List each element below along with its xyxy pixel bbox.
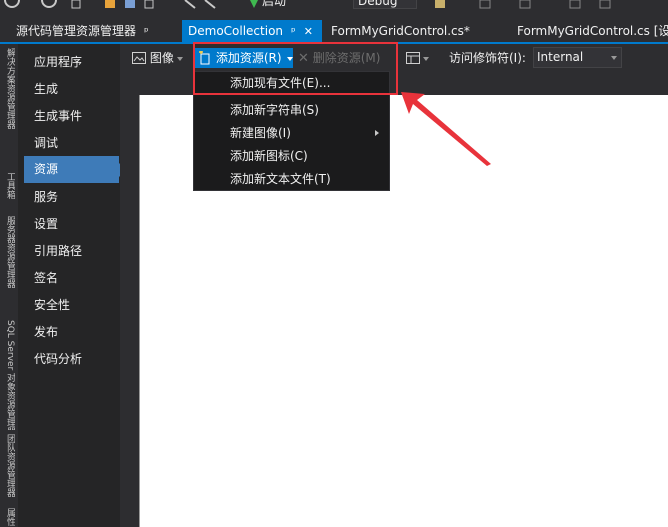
menu-item-label: 添加新图标(C) — [230, 149, 308, 163]
menu-item-label: 新建图像(I) — [230, 126, 291, 140]
toolbar-file-icons[interactable] — [70, 0, 170, 10]
chevron-down-icon — [611, 56, 617, 60]
highlight-box — [193, 42, 398, 95]
pin-icon[interactable]: ᵖ — [144, 21, 149, 43]
nav-item-signing[interactable]: 签名 — [34, 270, 58, 286]
menu-item-label: 添加新字符串(S) — [230, 103, 319, 117]
nav-item-debug[interactable]: 调试 — [34, 135, 58, 151]
chevron-down-icon — [176, 56, 183, 61]
server-explorer-tab[interactable]: 服务器资源管理器 — [3, 216, 15, 316]
close-icon[interactable]: ✕ — [304, 21, 313, 43]
view-mode-button[interactable] — [406, 48, 429, 68]
menu-item-new-image[interactable]: 新建图像(I) — [194, 122, 389, 144]
grid-view-icon — [406, 52, 420, 64]
tab-formmygridcontrol-designer[interactable]: FormMyGridControl.cs [设 — [517, 20, 668, 42]
tab-source-control-explorer[interactable]: 源代码管理资源管理器 ᵖ — [16, 20, 149, 42]
document-tab-strip: 源代码管理资源管理器 ᵖ DemoCollection ᵖ ✕ FormMyGridC… — [0, 20, 668, 42]
tab-democollection[interactable]: DemoCollection ᵖ ✕ — [182, 20, 322, 42]
menu-item-add-new-string[interactable]: 添加新字符串(S) — [194, 99, 389, 121]
undo-redo-icons[interactable] — [180, 0, 250, 10]
nav-item-application[interactable]: 应用程序 — [34, 54, 82, 70]
nav-item-security[interactable]: 安全性 — [34, 297, 70, 313]
annotation-arrow — [401, 92, 491, 166]
access-modifier-label: 访问修饰符(I): — [449, 51, 526, 65]
toolbox-tab[interactable]: 工具箱 — [3, 172, 15, 212]
properties-tab[interactable]: 属性 — [3, 508, 15, 527]
sql-server-explorer-tab[interactable]: SQL Server 对象资源管理器 — [3, 320, 15, 430]
image-icon — [132, 52, 146, 64]
resource-type-label: 图像 — [149, 51, 174, 65]
tab-label: FormMyGridControl.cs [设 — [517, 24, 668, 38]
menu-item-label: 添加新文本文件(T) — [230, 172, 331, 186]
nav-item-publish[interactable]: 发布 — [34, 324, 58, 340]
tab-label: 源代码管理资源管理器 — [16, 24, 137, 38]
menu-item-add-new-icon[interactable]: 添加新图标(C) — [194, 145, 389, 167]
resource-type-button[interactable]: 图像 — [132, 48, 183, 68]
pin-icon[interactable]: ᵖ — [291, 21, 296, 43]
menu-item-add-new-text-file[interactable]: 添加新文本文件(T) — [194, 168, 389, 190]
team-explorer-tab[interactable]: 团队资源管理器 — [3, 434, 15, 504]
nav-item-services[interactable]: 服务 — [34, 189, 58, 205]
run-button[interactable]: 启动 — [262, 0, 286, 9]
tab-label: FormMyGridControl.cs* — [331, 24, 470, 38]
solution-config-select[interactable]: Debug — [353, 0, 417, 9]
solution-explorer-tab[interactable]: 解决方案资源管理器 — [3, 48, 15, 168]
tab-label: DemoCollection — [188, 24, 284, 38]
submenu-arrow-icon — [375, 130, 379, 136]
chevron-down-icon — [423, 56, 429, 61]
project-properties-nav: 应用程序 生成 生成事件 调试 服务 设置 引用路径 签名 安全性 发布 代码分… — [18, 44, 120, 527]
tab-formmygridcontrol-modified[interactable]: FormMyGridControl.cs* — [331, 20, 470, 42]
nav-item-build[interactable]: 生成 — [34, 81, 58, 97]
toolbar-icons-right[interactable] — [430, 0, 668, 10]
main-toolbar: 启动 Debug — [0, 0, 668, 18]
nav-item-settings[interactable]: 设置 — [34, 216, 58, 232]
nav-item-reference-paths[interactable]: 引用路径 — [34, 243, 82, 259]
access-modifier-value: Internal — [537, 50, 584, 64]
access-modifier-select[interactable]: Internal — [533, 47, 622, 68]
toolbar-icons-left[interactable] — [4, 0, 64, 10]
tool-window-strip: 解决方案资源管理器 工具箱 服务器资源管理器 SQL Server 对象资源管理… — [0, 44, 18, 527]
run-icon[interactable] — [248, 0, 260, 10]
nav-item-label: 资源 — [34, 162, 59, 176]
nav-item-resources[interactable]: 资源 — [24, 156, 119, 183]
nav-item-build-events[interactable]: 生成事件 — [34, 108, 82, 124]
nav-item-code-analysis[interactable]: 代码分析 — [34, 351, 82, 367]
